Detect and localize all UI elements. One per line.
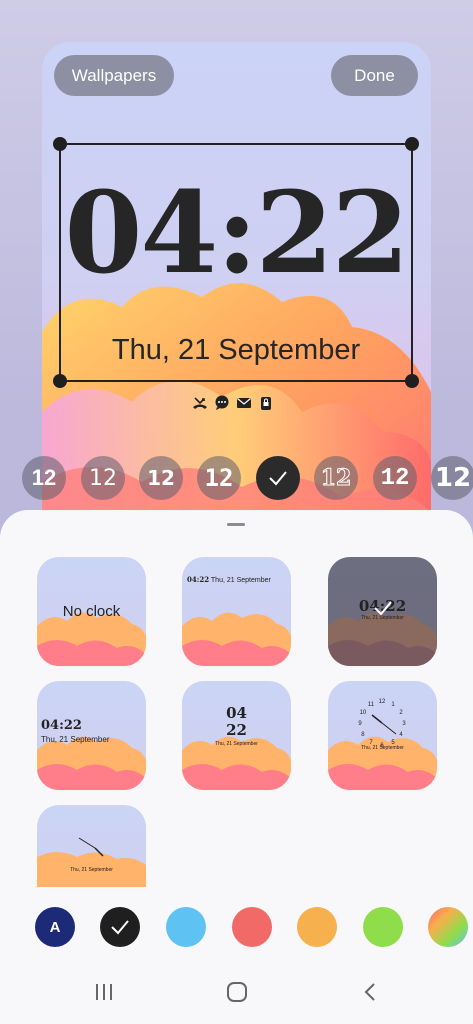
clock-font-option-selected[interactable] — [256, 456, 300, 500]
thumb-date: Thu, 21 September — [70, 867, 113, 873]
resize-handle-bottom-right[interactable] — [405, 374, 419, 388]
home-icon[interactable] — [225, 980, 249, 1004]
color-swatch-gradient[interactable] — [428, 907, 468, 947]
check-icon — [374, 601, 392, 616]
check-icon — [111, 920, 129, 935]
clock-font-option[interactable]: 12 — [81, 456, 125, 500]
color-swatch-orange[interactable] — [297, 907, 337, 947]
color-swatch-red[interactable] — [232, 907, 272, 947]
thumb-date: Thu, 21 September — [215, 741, 258, 747]
color-swatch-auto[interactable]: A — [35, 907, 75, 947]
analog-clock-face: 12 1234567891011 — [358, 699, 406, 749]
analog-clock-number: 3 — [402, 721, 406, 727]
clock-font-option[interactable]: 12 — [373, 456, 417, 500]
message-icon — [215, 395, 229, 410]
mail-icon — [237, 398, 251, 408]
clock-style-stacked[interactable]: 04 22 Thu, 21 September — [182, 681, 291, 790]
done-button[interactable]: Done — [331, 55, 418, 96]
resize-handle-bottom-left[interactable] — [53, 374, 67, 388]
clock-font-option[interactable]: 12 — [197, 456, 241, 500]
clock-style-horizontal[interactable]: 04:22 Thu, 21 September — [182, 557, 291, 666]
analog-clock-number: 4 — [399, 732, 403, 738]
lockscreen-date: Thu, 21 September — [111, 334, 361, 366]
analog-clock-number: 12 — [379, 699, 386, 705]
clock-style-analog-minimal[interactable]: Thu, 21 September — [37, 805, 146, 887]
analog-clock-number: 2 — [399, 710, 403, 716]
resize-handle-top-right[interactable] — [405, 137, 419, 151]
back-icon[interactable] — [360, 980, 380, 1004]
sheet-drag-handle[interactable] — [227, 523, 245, 526]
clock-font-option[interactable]: 12 — [22, 456, 66, 500]
analog-clock-number: 9 — [358, 721, 362, 727]
analog-clock-number: 10 — [360, 710, 367, 716]
analog-hands — [78, 837, 104, 857]
analog-clock-number: 8 — [361, 732, 365, 738]
clock-style-no-clock[interactable]: No clock — [37, 557, 146, 666]
clock-style-analog-numbers[interactable]: 12 1 2 3 4 5 6 7 8 9 10 11 Thu, 21 September — [328, 681, 437, 790]
thumb-time-date: 04:22 Thu, 21 September — [187, 575, 271, 584]
check-icon — [269, 471, 287, 486]
lockscreen-clock: 04:22 — [64, 168, 409, 299]
no-clock-label: No clock — [62, 603, 121, 620]
clock-font-option[interactable]: 12 — [139, 456, 183, 500]
missed-call-icon — [193, 397, 207, 409]
clock-font-row: 12 12 12 12 12 12 12 — [0, 456, 473, 500]
analog-clock-number: 1 — [391, 702, 395, 708]
notification-icons — [192, 395, 274, 411]
resize-handle-top-left[interactable] — [53, 137, 67, 151]
clock-style-dark-selected[interactable]: 04:22 Thu, 21 September — [328, 557, 437, 666]
recents-icon[interactable] — [93, 980, 115, 1004]
thumb-hours: 04 — [226, 704, 247, 722]
color-swatch-black-selected[interactable] — [100, 907, 140, 947]
thumb-date: Thu, 21 September — [41, 735, 110, 744]
color-swatch-blue[interactable] — [166, 907, 206, 947]
color-swatch-green[interactable] — [363, 907, 403, 947]
clock-font-option[interactable]: 12 — [431, 456, 473, 500]
wallpapers-button[interactable]: Wallpapers — [54, 55, 174, 96]
thumb-time: 04:22 — [41, 718, 82, 733]
lock-badge-icon — [261, 397, 271, 410]
analog-clock-number: 11 — [368, 702, 375, 708]
clock-font-option[interactable]: 12 — [314, 456, 358, 500]
thumb-date: Thu, 21 September — [361, 745, 404, 751]
thumb-minutes: 22 — [226, 721, 247, 739]
clock-style-left-aligned[interactable]: 04:22 Thu, 21 September — [37, 681, 146, 790]
